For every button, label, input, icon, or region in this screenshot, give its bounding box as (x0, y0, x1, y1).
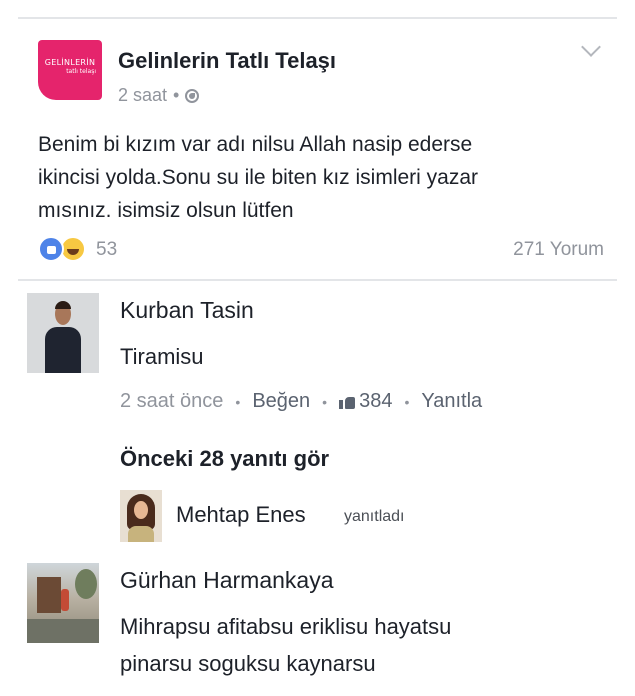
comment-text-line: Mihrapsu afitabsu eriklisu hayatsu (120, 614, 452, 639)
reply-verb: yanıtladı (344, 508, 405, 525)
comment-like-count-value: 384 (359, 390, 393, 412)
post-text-line: mısınız. isimsiz olsun lütfen (38, 199, 294, 222)
chevron-down-icon[interactable] (581, 37, 601, 57)
comment-text: Mihrapsu afitabsu eriklisu hayatsu pinar… (120, 608, 451, 682)
reply-author-link[interactable]: Mehtap Enes (176, 502, 306, 528)
action-separator: • (404, 393, 410, 410)
section-divider (18, 279, 617, 281)
like-reaction-icon[interactable] (38, 236, 64, 262)
meta-separator: • (173, 85, 180, 105)
action-separator: • (235, 393, 241, 410)
comment-like-count[interactable]: 384 (339, 390, 392, 413)
avatar-suit (45, 327, 81, 373)
avatar-hair (55, 301, 71, 309)
post-meta: 2 saat • (118, 85, 200, 106)
reply-button[interactable]: Yanıtla (421, 390, 482, 413)
avatar-house (37, 577, 61, 613)
post-time-link[interactable]: 2 saat (118, 85, 167, 106)
page-avatar[interactable]: GELİNLERİN tatlı telaşı (38, 40, 102, 100)
comment-text-line: pinarsu soguksu kaynarsu (120, 651, 376, 676)
reaction-count[interactable]: 53 (96, 239, 117, 261)
avatar[interactable] (27, 293, 99, 373)
reactions-bar: 53 271 Yorum (38, 234, 604, 264)
like-button[interactable]: Beğen (252, 390, 310, 413)
comment-time[interactable]: 2 saat önce (120, 390, 223, 413)
avatar-shirt (128, 526, 154, 542)
action-separator: • (322, 393, 328, 410)
thumbs-up-icon (339, 395, 356, 409)
avatar-face (134, 501, 148, 519)
globe-icon (185, 88, 200, 103)
avatar-tree (75, 569, 97, 599)
comment-item: Kurban Tasin Tiramisu 2 saat önce • Beğe… (27, 293, 607, 433)
comment-actions: 2 saat önce • Beğen • 384 • Yanıtla (120, 390, 482, 413)
post-text-line: ikincisi yolda.Sonu su ile biten kız isi… (38, 166, 479, 189)
comment-author-link[interactable]: Gürhan Harmankaya (120, 567, 334, 594)
avatar-logo-text: GELİNLERİN (44, 58, 96, 67)
comment-author-link[interactable]: Kurban Tasin (120, 297, 254, 324)
comment-text: Tiramisu (120, 338, 204, 375)
avatar[interactable] (120, 490, 162, 542)
page-name-link[interactable]: Gelinlerin Tatlı Telaşı (118, 48, 336, 74)
comment-item: Gürhan Harmankaya Mihrapsu afitabsu erik… (27, 563, 607, 693)
post-text-line: Benim bi kızım var adı nilsu Allah nasip… (38, 133, 473, 156)
post-header: GELİNLERİN tatlı telaşı Gelinlerin Tatlı… (38, 37, 601, 110)
comment-count-link[interactable]: 271 Yorum (513, 239, 604, 261)
avatar[interactable] (27, 563, 99, 643)
view-previous-replies-link[interactable]: Önceki 28 yanıtı gör (120, 446, 329, 472)
avatar-ground (27, 619, 99, 643)
top-divider (18, 17, 617, 19)
avatar-logo-subtext: tatlı telaşı (66, 68, 96, 75)
avatar-person (61, 589, 69, 611)
comment-text-line: Tiramisu (120, 344, 204, 369)
post-text: Benim bi kızım var adı nilsu Allah nasip… (38, 128, 608, 227)
